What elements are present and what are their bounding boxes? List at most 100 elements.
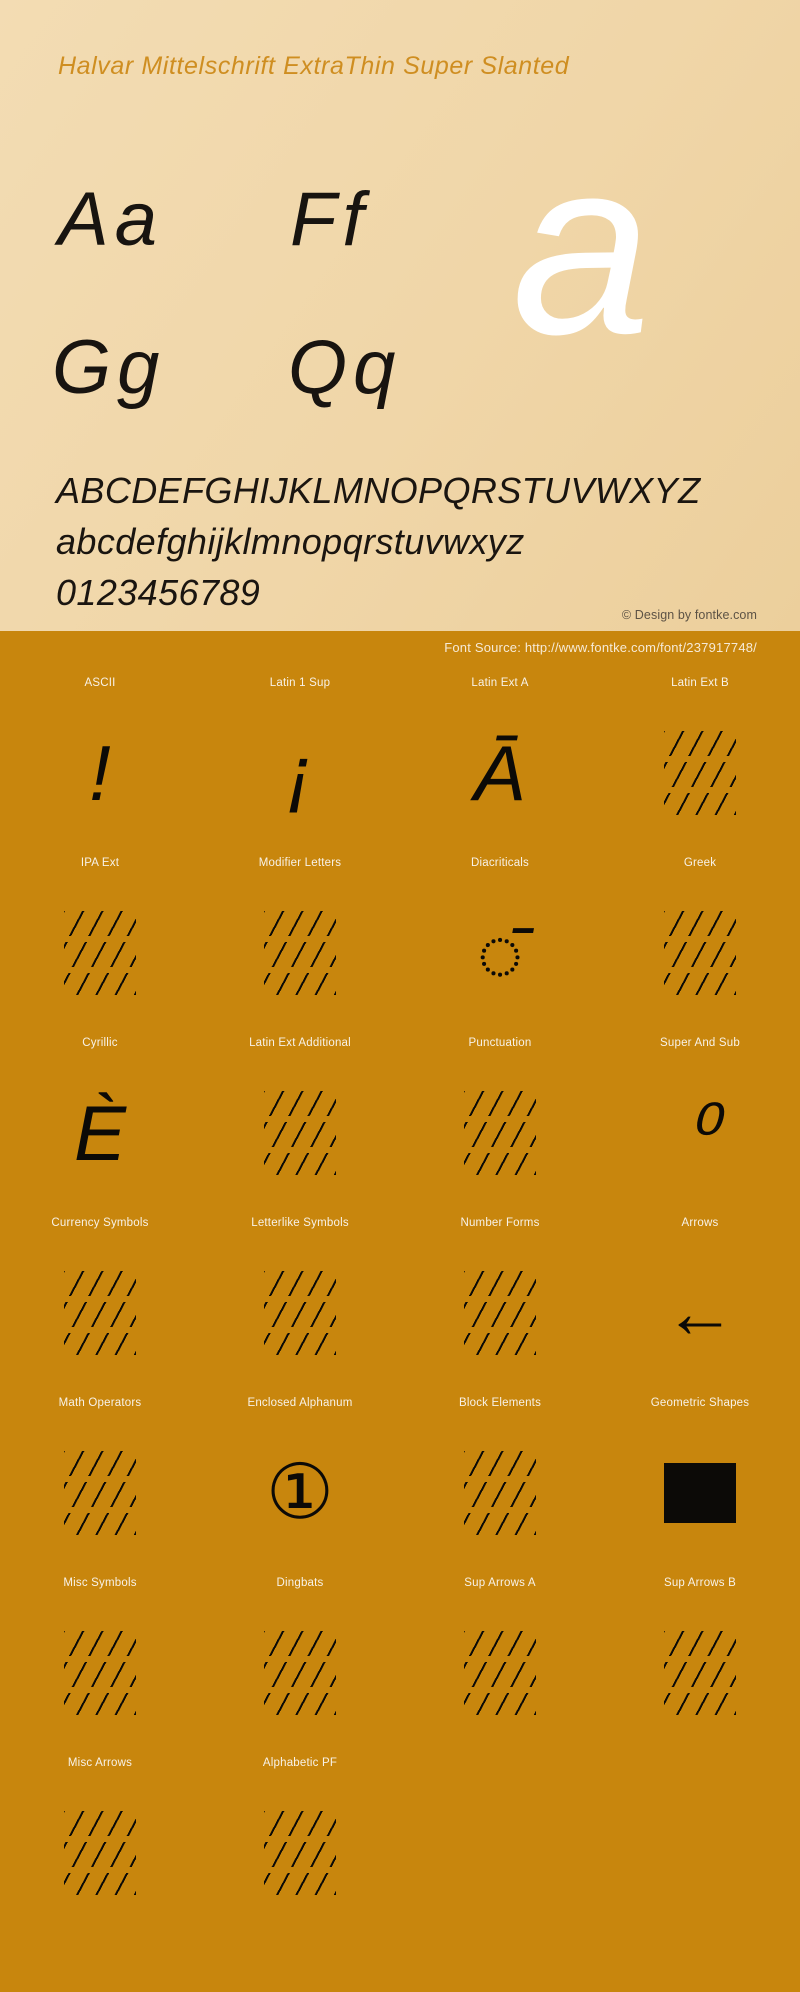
unicode-block-label: IPA Ext (80, 857, 120, 869)
unicode-block-sample: ⁰ (600, 1054, 800, 1212)
unicode-block-sample (600, 1774, 800, 1932)
missing-glyph-hatch-icon (464, 1271, 536, 1355)
missing-glyph-hatch-icon (264, 1811, 336, 1895)
unicode-block-cell-arrows[interactable]: Arrows ← (600, 1212, 800, 1392)
unicode-block-cell-latin-1-sup[interactable]: Latin 1 Sup ¡ (200, 672, 400, 852)
unicode-block-cell-diacriticals[interactable]: Diacriticals ◌̄ (400, 852, 600, 1032)
unicode-block-cell-greek[interactable]: Greek (600, 852, 800, 1032)
unicode-block-row: IPA Ext Modifier Letters Diacriticals ◌̄ Gre… (0, 852, 800, 1032)
unicode-block-cell-sup-arrows-b[interactable]: Sup Arrows B (600, 1572, 800, 1752)
unicode-block-label: Latin Ext A (471, 677, 529, 689)
unicode-block-cell-modifier-letters[interactable]: Modifier Letters (200, 852, 400, 1032)
unicode-block-cell-latin-ext-additional[interactable]: Latin Ext Additional (200, 1032, 400, 1212)
unicode-block-row: Currency Symbols Letterlike Symbols Number… (0, 1212, 800, 1392)
unicode-block-sample (400, 1594, 600, 1752)
unicode-block-label: Latin 1 Sup (269, 677, 331, 689)
missing-glyph-hatch-icon (64, 1811, 136, 1895)
unicode-block-label: Sup Arrows A (464, 1577, 536, 1589)
unicode-block-cell-super-and-sub[interactable]: Super And Sub ⁰ (600, 1032, 800, 1212)
unicode-block-cell-empty (600, 1752, 800, 1932)
unicode-block-row: Misc Arrows Alphabetic PF (0, 1752, 800, 1932)
unicode-block-sample (0, 1414, 200, 1572)
missing-glyph-hatch-icon (464, 1631, 536, 1715)
unicode-block-cell-dingbats[interactable]: Dingbats (200, 1572, 400, 1752)
unicode-block-sample (400, 1054, 600, 1212)
missing-glyph-hatch-icon (664, 731, 736, 815)
unicode-block-row: Cyrillic Ѐ Latin Ext Additional Punctuation… (0, 1032, 800, 1212)
unicode-block-cell-geometric-shapes[interactable]: Geometric Shapes (600, 1392, 800, 1572)
unicode-block-cell-misc-arrows[interactable]: Misc Arrows (0, 1752, 200, 1932)
unicode-block-sample (600, 1594, 800, 1752)
sample-glyph: ! (89, 729, 111, 817)
font-source-link[interactable]: Font Source: http://www.fontke.com/font/… (444, 640, 757, 655)
unicode-block-sample: ① (200, 1414, 400, 1572)
unicode-block-label: Super And Sub (660, 1037, 740, 1049)
unicode-block-cell-cyrillic[interactable]: Cyrillic Ѐ (0, 1032, 200, 1212)
unicode-block-cell-empty (400, 1752, 600, 1932)
unicode-block-row: Misc Symbols Dingbats Sup Arrows A Sup Arro… (0, 1572, 800, 1752)
unicode-block-label: Block Elements (458, 1397, 542, 1409)
letter-pair-qq: Qq (288, 325, 402, 410)
hero-glyph-a: a (512, 107, 652, 386)
missing-glyph-hatch-icon (64, 911, 136, 995)
unicode-block-sample: ¡ (200, 694, 400, 852)
unicode-block-label: Latin Ext Additional (249, 1037, 351, 1049)
unicode-block-label: Alphabetic PF (262, 1757, 338, 1769)
unicode-block-cell-ascii[interactable]: ASCII! (0, 672, 200, 852)
letter-pair-ff: Ff (290, 177, 370, 262)
unicode-block-cell-letterlike-symbols[interactable]: Letterlike Symbols (200, 1212, 400, 1392)
missing-glyph-hatch-icon (64, 1631, 136, 1715)
unicode-block-label: Dingbats (276, 1577, 324, 1589)
sample-glyph: Ѐ (73, 1089, 127, 1177)
unicode-block-label: Sup Arrows B (663, 1577, 737, 1589)
unicode-block-sample (200, 874, 400, 1032)
letter-pair-gg: Gg (52, 325, 166, 410)
unicode-block-cell-latin-ext-a[interactable]: Latin Ext A Ā (400, 672, 600, 852)
unicode-block-cell-currency-symbols[interactable]: Currency Symbols (0, 1212, 200, 1392)
unicode-block-label: Geometric Shapes (650, 1397, 750, 1409)
unicode-block-cell-ipa-ext[interactable]: IPA Ext (0, 852, 200, 1032)
unicode-block-cell-block-elements[interactable]: Block Elements (400, 1392, 600, 1572)
missing-glyph-hatch-icon (64, 1451, 136, 1535)
unicode-block-sample (600, 874, 800, 1032)
unicode-block-cell-latin-ext-b[interactable]: Latin Ext B (600, 672, 800, 852)
filled-square-glyph (664, 1463, 736, 1523)
unicode-block-grid: ASCII! Latin 1 Sup ¡ Latin Ext A Ā Latin Ext … (0, 664, 800, 1932)
unicode-block-label: Diacriticals (471, 857, 529, 869)
missing-glyph-hatch-icon (264, 911, 336, 995)
sample-glyph: ¡ (287, 729, 313, 817)
unicode-block-label: Modifier Letters (258, 857, 342, 869)
unicode-block-cell-number-forms[interactable]: Number Forms (400, 1212, 600, 1392)
unicode-block-sample: Ā (400, 694, 600, 852)
sample-glyph: ← (664, 1273, 736, 1353)
unicode-block-label: Arrows (681, 1217, 719, 1229)
lowercase-alphabet: abcdefghijklmnopqrstuvwxyz (56, 521, 525, 562)
unicode-block-sample (600, 694, 800, 852)
unicode-block-sample (0, 1234, 200, 1392)
unicode-block-sample (400, 1774, 600, 1932)
unicode-block-label: ASCII (84, 677, 116, 689)
unicode-block-sample: ◌̄ (400, 874, 600, 1032)
unicode-block-label: Letterlike Symbols (251, 1217, 349, 1229)
unicode-block-sample (0, 1594, 200, 1752)
unicode-block-sample (0, 874, 200, 1032)
uppercase-alphabet: ABCDEFGHIJKLMNOPQRSTUVWXYZ (56, 470, 701, 511)
unicode-block-label: Punctuation (468, 1037, 532, 1049)
unicode-block-label: Misc Symbols (63, 1577, 137, 1589)
unicode-block-sample (400, 1234, 600, 1392)
font-title: Halvar Mittelschrift ExtraThin Super Sla… (58, 52, 570, 80)
unicode-block-cell-punctuation[interactable]: Punctuation (400, 1032, 600, 1212)
unicode-block-cell-alphabetic-pf[interactable]: Alphabetic PF (200, 1752, 400, 1932)
unicode-block-cell-enclosed-alphanum[interactable]: Enclosed Alphanum ① (200, 1392, 400, 1572)
unicode-block-cell-misc-symbols[interactable]: Misc Symbols (0, 1572, 200, 1752)
letter-pair-aa: Aa (58, 177, 163, 262)
unicode-block-sample (200, 1774, 400, 1932)
unicode-block-sample: Ѐ (0, 1054, 200, 1212)
sample-glyph: ◌̄ (476, 909, 524, 997)
unicode-block-row: Math Operators Enclosed Alphanum ① Block El… (0, 1392, 800, 1572)
missing-glyph-hatch-icon (64, 1271, 136, 1355)
missing-glyph-hatch-icon (464, 1451, 536, 1535)
unicode-block-cell-sup-arrows-a[interactable]: Sup Arrows A (400, 1572, 600, 1752)
missing-glyph-hatch-icon (664, 1631, 736, 1715)
unicode-block-cell-math-operators[interactable]: Math Operators (0, 1392, 200, 1572)
